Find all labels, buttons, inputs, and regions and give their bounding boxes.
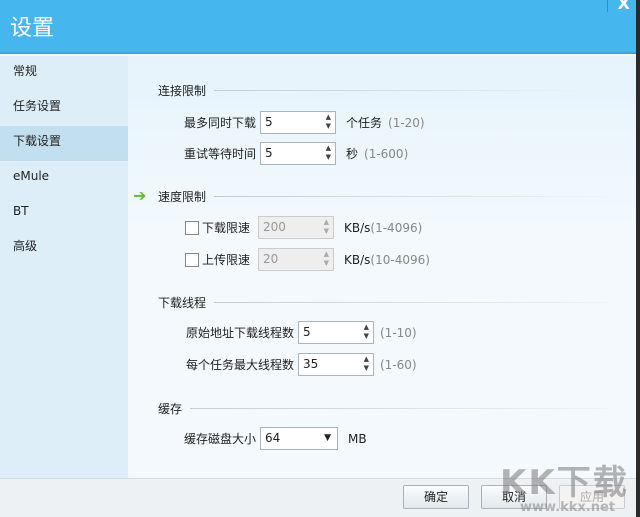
- group-title: 速度限制: [158, 190, 207, 204]
- divider: [214, 90, 608, 91]
- range: (1-4096): [370, 220, 423, 235]
- arrow-right-icon: ➔: [133, 186, 147, 205]
- divider: [214, 196, 608, 197]
- ok-button[interactable]: 确定: [403, 485, 469, 509]
- settings-dialog: 设置 X 常规 任务设置 下载设置 eMule BT 高级 连接限制 最多同时下…: [0, 0, 636, 517]
- label: 缓存磁盘大小: [183, 432, 256, 446]
- group-title: 连接限制: [158, 84, 207, 98]
- unit: KB/s: [344, 252, 371, 267]
- download-limit-stepper[interactable]: 200 ▲ ▼: [258, 216, 334, 239]
- dialog-title: 设置: [10, 16, 55, 41]
- title-separator: [607, 0, 608, 12]
- unit: KB/s: [344, 220, 371, 235]
- sidebar-item-task[interactable]: 任务设置: [0, 91, 128, 126]
- range: (1-60): [380, 357, 417, 372]
- upload-limit-checkbox[interactable]: [185, 252, 199, 267]
- range: (1-10): [380, 325, 417, 340]
- max-downloads-stepper[interactable]: 5 ▲ ▼: [260, 111, 336, 134]
- watermark-logo: KK下载: [500, 463, 629, 503]
- group-connection: 连接限制: [158, 82, 608, 99]
- label: 原始地址下载线程数: [185, 326, 294, 340]
- divider: [190, 408, 608, 409]
- origin-threads-row: 原始地址下载线程数 5 ▲ ▼ (1-10): [168, 321, 417, 344]
- label: 下载限速: [202, 221, 251, 235]
- group-speed: 速度限制: [158, 188, 608, 205]
- retry-wait-stepper[interactable]: 5 ▲ ▼: [260, 142, 336, 165]
- group-threads: 下载线程: [158, 294, 608, 311]
- range: (1-600): [364, 146, 409, 161]
- upload-limit-row: 上传限速 20 ▲ ▼ KB/s (10-4096): [185, 248, 430, 271]
- stepper-arrows-icon[interactable]: ▲ ▼: [324, 218, 329, 236]
- download-limit-row: 下载限速 200 ▲ ▼ KB/s (1-4096): [185, 216, 422, 239]
- close-button[interactable]: X: [618, 0, 630, 13]
- group-title: 缓存: [158, 402, 183, 416]
- title-bar: 设置 X: [0, 0, 636, 54]
- group-cache: 缓存: [158, 400, 608, 417]
- unit: MB: [348, 431, 367, 446]
- retry-wait-row: 重试等待时间 5 ▲ ▼ 秒 (1-600): [168, 142, 408, 165]
- per-task-threads-stepper[interactable]: 35 ▲ ▼: [298, 353, 374, 376]
- label: 最多同时下载: [183, 116, 256, 130]
- stepper-arrows-icon[interactable]: ▲ ▼: [364, 355, 369, 373]
- stepper-arrows-icon[interactable]: ▲ ▼: [324, 250, 329, 268]
- sidebar-item-bt[interactable]: BT: [0, 196, 128, 231]
- unit: 个任务: [346, 116, 383, 130]
- sidebar-item-advanced[interactable]: 高级: [0, 231, 128, 266]
- stepper-arrows-icon[interactable]: ▲ ▼: [364, 323, 369, 341]
- range: (1-20): [388, 115, 425, 130]
- cache-size-select[interactable]: 64 ▼: [260, 427, 338, 450]
- sidebar-item-emule[interactable]: eMule: [0, 161, 128, 196]
- stepper-arrows-icon[interactable]: ▲ ▼: [326, 113, 331, 131]
- label: 每个任务最大线程数: [185, 358, 294, 372]
- range: (10-4096): [370, 252, 430, 267]
- per-task-threads-row: 每个任务最大线程数 35 ▲ ▼ (1-60): [168, 353, 417, 376]
- settings-panel: 连接限制 最多同时下载 5 ▲ ▼ 个任务 (1-20) 重试等待时间 5 ▲ ▼ 秒 (1…: [128, 56, 636, 478]
- cache-size-row: 缓存磁盘大小 64 ▼ MB: [168, 427, 367, 450]
- watermark-url: www.kkx.net: [520, 500, 616, 515]
- chevron-down-icon[interactable]: ▼: [324, 428, 331, 449]
- sidebar: 常规 任务设置 下载设置 eMule BT 高级: [0, 56, 128, 478]
- sidebar-item-download[interactable]: 下载设置: [0, 126, 128, 161]
- sidebar-item-general[interactable]: 常规: [0, 56, 128, 91]
- upload-limit-stepper[interactable]: 20 ▲ ▼: [258, 248, 334, 271]
- divider: [214, 302, 608, 303]
- unit: 秒: [346, 147, 359, 161]
- label: 重试等待时间: [183, 147, 256, 161]
- label: 上传限速: [202, 253, 251, 267]
- stepper-arrows-icon[interactable]: ▲ ▼: [326, 144, 331, 162]
- max-downloads-row: 最多同时下载 5 ▲ ▼ 个任务 (1-20): [168, 111, 425, 134]
- group-title: 下载线程: [158, 296, 207, 310]
- origin-threads-stepper[interactable]: 5 ▲ ▼: [298, 321, 374, 344]
- download-limit-checkbox[interactable]: [185, 220, 199, 235]
